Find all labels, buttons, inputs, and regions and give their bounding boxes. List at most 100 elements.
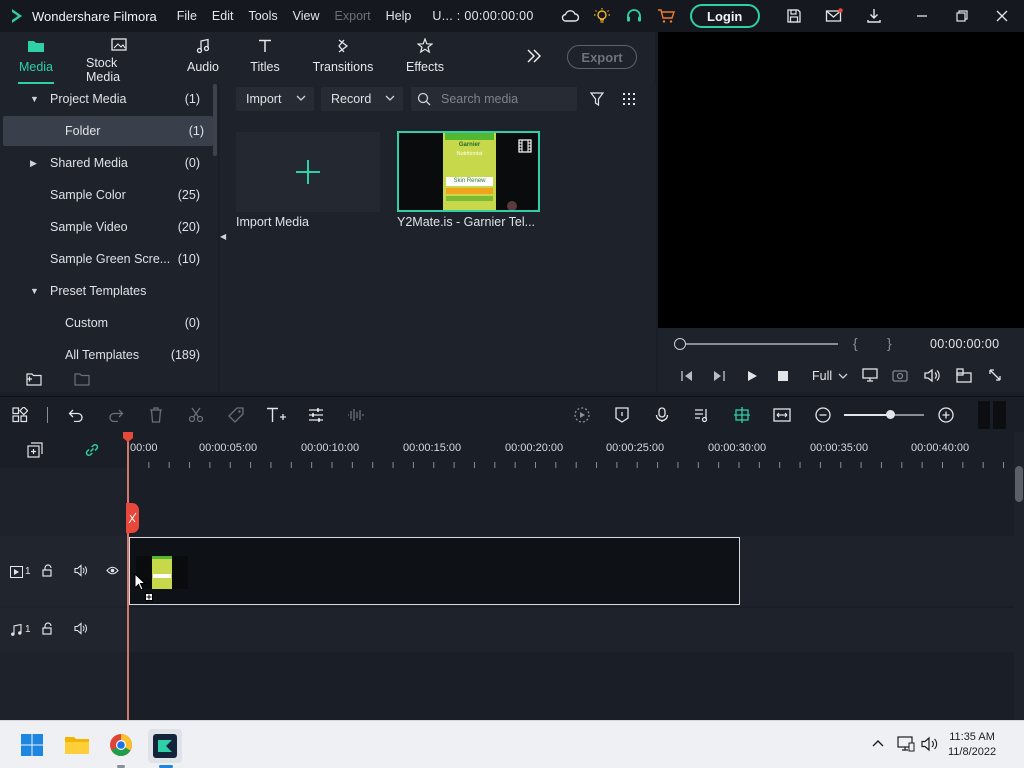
quality-select[interactable]: Full bbox=[812, 369, 832, 383]
menu-edit[interactable]: Edit bbox=[212, 9, 234, 23]
chrome-browser-icon[interactable] bbox=[109, 733, 133, 757]
windows-start-icon[interactable] bbox=[21, 734, 43, 756]
timeline-ruler[interactable]: 00:00 00:00:05:00 00:00:10:00 00:00:15:0… bbox=[0, 432, 1014, 468]
menu-help[interactable]: Help bbox=[386, 9, 412, 23]
import-media-tile[interactable] bbox=[236, 132, 380, 212]
sidebar-scrollbar[interactable] bbox=[213, 84, 217, 156]
microphone-icon[interactable] bbox=[652, 405, 672, 425]
add-text-icon[interactable] bbox=[266, 405, 286, 425]
import-media-label: Import Media bbox=[236, 215, 309, 229]
save-icon[interactable] bbox=[778, 0, 810, 32]
menu-file[interactable]: File bbox=[177, 9, 197, 23]
marker-shield-icon[interactable] bbox=[612, 405, 632, 425]
preview-progress-handle[interactable] bbox=[674, 338, 686, 350]
audio-meter bbox=[978, 401, 1006, 429]
layout-grid-icon[interactable] bbox=[10, 405, 30, 425]
expand-arrow-icon[interactable] bbox=[988, 368, 1002, 382]
record-dropdown[interactable]: Record bbox=[321, 87, 403, 111]
headset-support-icon[interactable] bbox=[618, 0, 650, 32]
link-chain-icon[interactable] bbox=[84, 442, 100, 458]
mail-icon[interactable] bbox=[818, 0, 850, 32]
sidebar-item-sample-color[interactable]: Sample Color (25) bbox=[0, 180, 212, 210]
tab-effects[interactable]: Effects bbox=[406, 32, 444, 84]
speaker-icon[interactable] bbox=[921, 736, 939, 752]
snapshot-camera-icon[interactable] bbox=[892, 368, 908, 383]
adjust-sliders-icon[interactable] bbox=[306, 405, 326, 425]
grid-view-icon[interactable] bbox=[622, 92, 636, 106]
track-volume-icon[interactable] bbox=[74, 622, 87, 635]
menu-tools[interactable]: Tools bbox=[248, 9, 277, 23]
expand-arrow-icon[interactable]: ▼ bbox=[30, 94, 40, 104]
lock-icon[interactable] bbox=[42, 564, 54, 577]
tab-audio[interactable]: Audio bbox=[186, 32, 220, 84]
playhead[interactable] bbox=[127, 436, 129, 720]
clip-thumbnail-cap bbox=[152, 556, 172, 559]
sidebar-item-preset-templates[interactable]: ▼ Preset Templates bbox=[0, 276, 212, 306]
playhead-marker[interactable] bbox=[121, 432, 135, 442]
collapse-sidebar-icon[interactable]: ◀ bbox=[220, 232, 226, 241]
sidebar-footer bbox=[0, 364, 218, 392]
menu-view[interactable]: View bbox=[293, 9, 320, 23]
sidebar-item-sample-green-screen[interactable]: Sample Green Scre... (10) bbox=[0, 244, 212, 274]
download-icon[interactable] bbox=[858, 0, 890, 32]
preview-progress-track[interactable] bbox=[676, 343, 838, 345]
fullscreen-layout-icon[interactable] bbox=[956, 368, 972, 383]
tab-stock-media[interactable]: Stock Media bbox=[86, 32, 152, 84]
eye-visibility-icon[interactable] bbox=[106, 565, 119, 576]
stop-icon[interactable] bbox=[778, 371, 788, 381]
login-button[interactable]: Login bbox=[689, 4, 760, 28]
sidebar-item-folder[interactable]: Folder (1) bbox=[3, 116, 213, 146]
render-preview-icon[interactable] bbox=[572, 405, 592, 425]
filter-icon[interactable] bbox=[590, 92, 604, 106]
sidebar-item-shared-media[interactable]: ▶ Shared Media (0) bbox=[0, 148, 212, 178]
close-icon[interactable] bbox=[986, 0, 1018, 32]
timeline-scroll-thumb[interactable] bbox=[1015, 466, 1023, 502]
volume-icon[interactable] bbox=[924, 368, 940, 383]
media-clip-thumbnail[interactable]: Garnier Nutritionist Skin Renew bbox=[397, 131, 540, 212]
sidebar-item-sample-video[interactable]: Sample Video (20) bbox=[0, 212, 212, 242]
new-folder-icon[interactable] bbox=[26, 372, 42, 386]
zoom-in-icon[interactable] bbox=[936, 405, 956, 425]
lightbulb-icon[interactable] bbox=[586, 0, 618, 32]
tab-transitions[interactable]: Transitions bbox=[313, 32, 373, 84]
play-icon[interactable] bbox=[746, 370, 758, 382]
search-input[interactable]: Search media bbox=[411, 87, 577, 111]
tab-media[interactable]: Media bbox=[18, 32, 54, 84]
snap-magnet-icon[interactable] bbox=[732, 405, 752, 425]
chevron-up-icon[interactable] bbox=[872, 739, 884, 747]
minimize-icon[interactable] bbox=[906, 0, 938, 32]
zoom-slider-handle[interactable] bbox=[886, 410, 895, 419]
mark-in-icon[interactable]: { bbox=[853, 335, 858, 351]
lock-icon[interactable] bbox=[42, 622, 54, 635]
filmora-taskbar-button[interactable] bbox=[148, 729, 182, 763]
undo-icon[interactable] bbox=[66, 405, 86, 425]
fit-timeline-icon[interactable] bbox=[772, 405, 792, 425]
network-icon[interactable] bbox=[897, 736, 915, 752]
effects-icon bbox=[417, 37, 433, 55]
add-track-icon[interactable] bbox=[27, 442, 43, 458]
tab-titles[interactable]: Titles bbox=[250, 32, 280, 84]
chevron-down-icon[interactable] bbox=[838, 373, 848, 380]
next-frame-icon[interactable] bbox=[712, 370, 726, 382]
zoom-out-icon[interactable] bbox=[813, 405, 833, 425]
track-volume-icon[interactable] bbox=[74, 564, 87, 577]
timeline-scrollbar[interactable] bbox=[1014, 432, 1024, 720]
previous-frame-icon[interactable] bbox=[680, 370, 694, 382]
video-clip[interactable] bbox=[129, 537, 740, 605]
sidebar-item-custom[interactable]: Custom (0) bbox=[0, 308, 212, 338]
shopping-cart-icon[interactable] bbox=[650, 0, 682, 32]
file-explorer-icon[interactable] bbox=[64, 734, 90, 756]
display-monitor-icon[interactable] bbox=[862, 368, 878, 383]
sidebar-item-project-media[interactable]: ▼ Project Media (1) bbox=[0, 84, 212, 114]
import-dropdown[interactable]: Import bbox=[236, 87, 314, 111]
split-scissors-handle[interactable] bbox=[126, 503, 139, 533]
expand-arrow-icon[interactable]: ▶ bbox=[30, 158, 40, 169]
expand-arrow-icon[interactable]: ▼ bbox=[30, 286, 40, 296]
cloud-icon[interactable] bbox=[554, 0, 586, 32]
restore-icon[interactable] bbox=[946, 0, 978, 32]
more-tabs-icon[interactable] bbox=[526, 48, 542, 64]
music-list-icon[interactable] bbox=[692, 405, 712, 425]
system-clock[interactable]: 11:35 AM 11/8/2022 bbox=[948, 730, 996, 760]
audio-track-lane[interactable] bbox=[0, 608, 1014, 652]
mark-out-icon[interactable]: } bbox=[887, 335, 892, 351]
